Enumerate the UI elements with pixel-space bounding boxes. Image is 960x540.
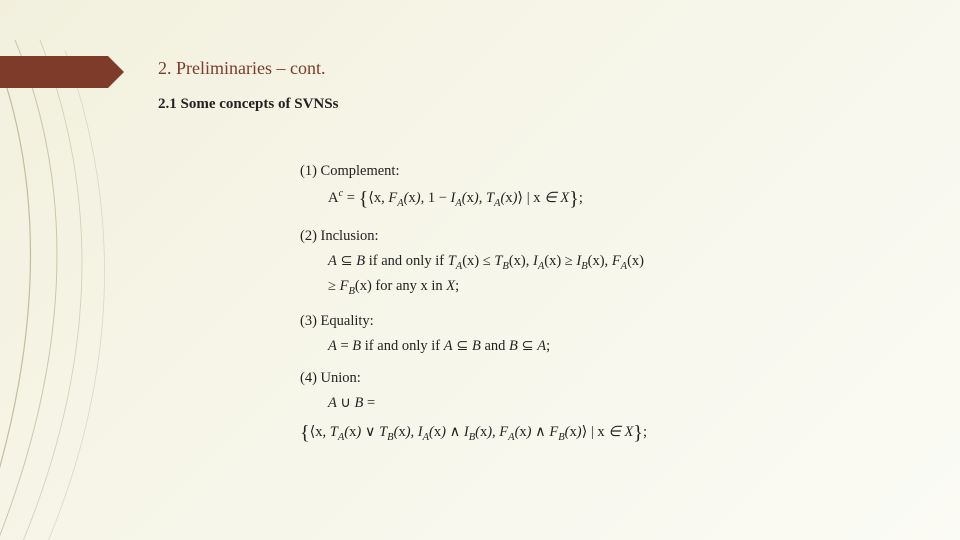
item-equality-head: (3) Equality:: [300, 310, 860, 332]
decorative-curves: [0, 40, 220, 540]
item-complement-formula: Ac = {⟨x, FA(x), 1 − IA(x), TA(x)⟩ | x ∈…: [328, 184, 860, 215]
item-equality-body: A = B if and only if A ⊆ B and B ⊆ A;: [328, 335, 860, 357]
section-subtitle: 2.1 Some concepts of SVNSs: [158, 96, 338, 113]
item-union-lhs: A ∪ B =: [328, 392, 860, 414]
ribbon-accent: [0, 56, 108, 88]
item-inclusion-body: A ⊆ B if and only if TA(x) ≤ TB(x), IA(x…: [328, 250, 860, 300]
content-body: (1) Complement: Ac = {⟨x, FA(x), 1 − IA(…: [300, 150, 860, 453]
section-title: 2. Preliminaries – cont.: [158, 58, 325, 79]
item-union-formula: {⟨x, TA(x) ∨ TB(x), IA(x) ∧ IB(x), FA(x)…: [300, 418, 860, 449]
item-inclusion-head: (2) Inclusion:: [300, 225, 860, 247]
item-complement-head: (1) Complement:: [300, 160, 860, 182]
item-union-head: (4) Union:: [300, 367, 860, 389]
